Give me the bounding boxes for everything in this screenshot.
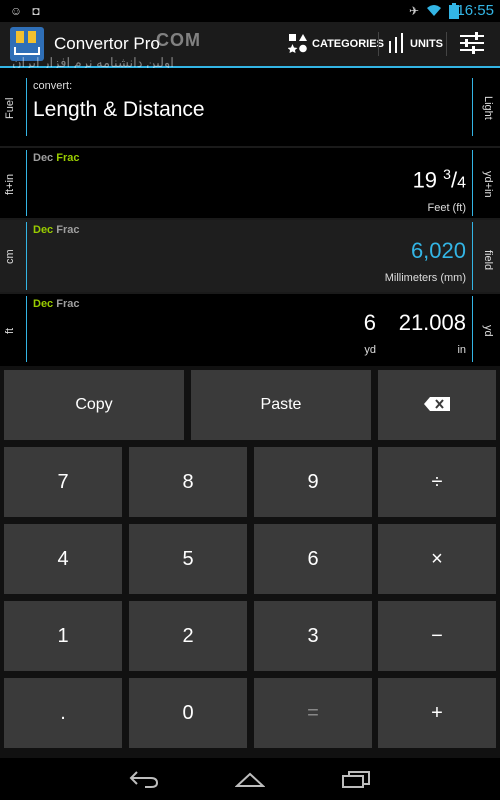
units-button[interactable]: UNITS [388, 22, 443, 66]
divider-line [472, 296, 473, 362]
key-decimal-point[interactable]: . [4, 678, 122, 748]
units-icon [388, 32, 404, 56]
divider-line [472, 78, 473, 136]
unit-inches: in [457, 344, 466, 356]
keypad: Copy Paste 7 8 9 ÷ 4 5 6 × 1 2 3 − . 0 =… [0, 366, 500, 758]
mode-frac[interactable]: Frac [56, 152, 79, 164]
key-5[interactable]: 5 [129, 524, 247, 594]
mode-frac[interactable]: Frac [56, 298, 79, 310]
units-label: UNITS [410, 38, 443, 50]
mode-dec[interactable]: Dec [33, 224, 53, 236]
prev-category-label[interactable]: Fuel [4, 88, 20, 128]
settings-sliders-button[interactable] [460, 22, 484, 66]
airplane-mode-icon: ✈ [408, 4, 420, 18]
divider-line [472, 150, 473, 216]
recent-apps-icon[interactable] [336, 766, 376, 792]
key-9[interactable]: 9 [254, 447, 372, 517]
key-divide[interactable]: ÷ [378, 447, 496, 517]
unit-name: Feet (ft) [427, 202, 466, 214]
divider-line [26, 150, 27, 216]
key-0[interactable]: 0 [129, 678, 247, 748]
sliders-icon [460, 31, 484, 57]
action-bar-divider [446, 32, 447, 56]
key-plus[interactable]: + [378, 678, 496, 748]
number-mode-toggle[interactable]: Dec Frac [33, 152, 80, 164]
value-yards[interactable]: 6 [364, 310, 376, 336]
unit-yards: yd [364, 344, 376, 356]
unit-row-feet[interactable]: ft+in Dec Frac 19 3/4 Feet (ft) yd+in [0, 148, 500, 218]
navigation-bar [0, 758, 500, 800]
number-mode-toggle[interactable]: Dec Frac [33, 298, 80, 310]
action-bar: Convertor Pro .COM اولین دانشنامه نرم اف… [0, 22, 500, 70]
category-selector-row[interactable]: Fuel convert: Length & Distance Light [0, 68, 500, 146]
app-title: Convertor Pro [54, 34, 160, 53]
key-4[interactable]: 4 [4, 524, 122, 594]
category-name[interactable]: Length & Distance [33, 98, 205, 122]
key-equals[interactable]: = [254, 678, 372, 748]
paste-button[interactable]: Paste [191, 370, 371, 440]
key-2[interactable]: 2 [129, 601, 247, 671]
divider-line [472, 222, 473, 290]
categories-label: CATEGORIES [312, 38, 384, 50]
key-8[interactable]: 8 [129, 447, 247, 517]
key-6[interactable]: 6 [254, 524, 372, 594]
categories-icon [287, 33, 308, 56]
key-7[interactable]: 7 [4, 447, 122, 517]
action-bar-divider [378, 32, 379, 56]
prev-unit-label[interactable]: cm [4, 242, 20, 272]
mode-dec[interactable]: Dec [33, 152, 53, 164]
prev-unit-label[interactable]: ft [4, 316, 20, 346]
next-unit-label[interactable]: yd+in [478, 162, 494, 206]
value-inches[interactable]: 21.008 [399, 310, 466, 336]
key-multiply[interactable]: × [378, 524, 496, 594]
status-time: 16:55 [456, 2, 494, 19]
android-icon: ◘ [32, 4, 40, 18]
next-category-label[interactable]: Light [478, 88, 494, 128]
divider-line [26, 78, 27, 136]
convert-caption: convert: [33, 80, 73, 92]
backspace-button[interactable] [378, 370, 496, 440]
mode-dec[interactable]: Dec [33, 298, 53, 310]
copy-button[interactable]: Copy [4, 370, 184, 440]
notification-icon: ☺ [9, 4, 23, 18]
backspace-icon [424, 394, 450, 417]
unit-name: Millimeters (mm) [384, 272, 466, 284]
prev-unit-label[interactable]: ft+in [4, 164, 20, 204]
value-denominator: 4 [457, 174, 466, 192]
number-mode-toggle[interactable]: Dec Frac [33, 224, 80, 236]
divider-line [26, 296, 27, 362]
mode-frac[interactable]: Frac [56, 224, 79, 236]
key-1[interactable]: 1 [4, 601, 122, 671]
value-feet[interactable]: 19 3/4 [266, 166, 466, 193]
unit-row-yards-inches[interactable]: ft Dec Frac 6 yd 21.008 in yd [0, 294, 500, 364]
key-3[interactable]: 3 [254, 601, 372, 671]
next-unit-label[interactable]: field [478, 240, 494, 280]
watermark-text: .COM [150, 30, 201, 50]
status-bar: ☺ ◘ ✈ 16:55 [0, 0, 500, 22]
home-icon[interactable] [230, 766, 270, 792]
value-numerator: 3 [443, 166, 451, 182]
next-unit-label[interactable]: yd [478, 316, 494, 346]
unit-row-millimeters[interactable]: cm Dec Frac 6,020 Millimeters (mm) field [0, 220, 500, 292]
wifi-icon [426, 3, 442, 19]
value-millimeters[interactable]: 6,020 [411, 238, 466, 264]
back-icon[interactable] [124, 766, 164, 792]
value-whole: 19 [412, 167, 438, 193]
divider-line [26, 222, 27, 290]
key-minus[interactable]: − [378, 601, 496, 671]
categories-button[interactable]: CATEGORIES [287, 22, 384, 66]
